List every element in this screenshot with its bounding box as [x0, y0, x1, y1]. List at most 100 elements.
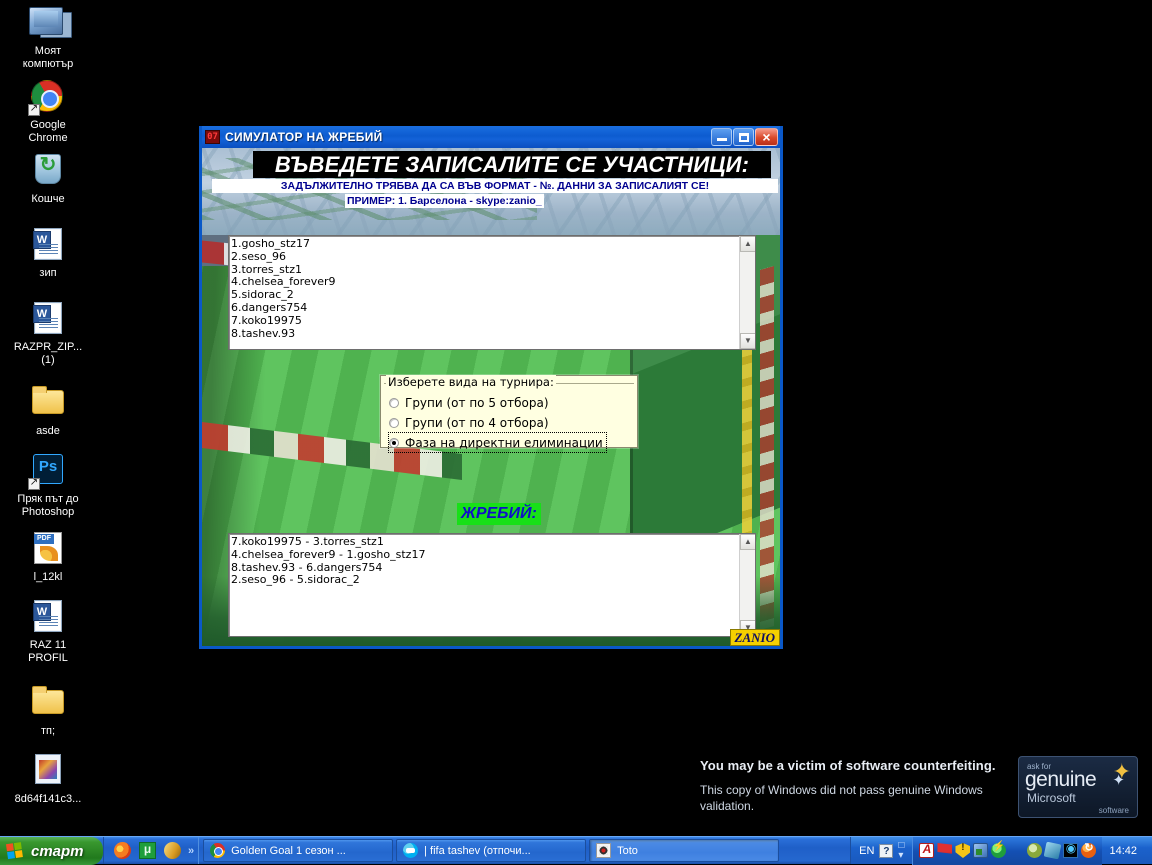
system-tray[interactable]: EN ? □▾ 14:42 — [850, 837, 1152, 864]
package-icon[interactable] — [162, 840, 184, 862]
groupbox-legend: Изберете вида на турнира: — [386, 375, 556, 389]
desktop-icon-tp-folder[interactable]: тп; — [10, 684, 86, 738]
genuine-microsoft-software-badge: ask for genuine Microsoft software ✦ ✦ — [1018, 756, 1138, 818]
close-button[interactable]: × — [755, 128, 778, 146]
desktop-icon-8d64f141c3-image[interactable]: 8d64f141c3... — [10, 752, 86, 806]
radio-indicator-icon — [389, 438, 399, 448]
shortcut-overlay-icon — [28, 104, 40, 116]
photoshop-icon — [28, 452, 68, 490]
task-fifa-tashev[interactable]: | fifa tashev (отпочи... — [396, 839, 586, 862]
red-flag-icon[interactable] — [937, 843, 952, 858]
notification-icons[interactable] — [912, 837, 1102, 865]
firefox-icon[interactable] — [114, 842, 131, 859]
desktop-icon-google-chrome[interactable]: Google Chrome — [10, 78, 86, 145]
language-bar-handle-icon[interactable]: □▾ — [898, 841, 904, 861]
task-button-list[interactable]: Golden Goal 1 сезон ... | fifa tashev (от… — [199, 837, 850, 864]
word-doc-icon-shape — [34, 302, 62, 334]
desktop-icon-label: RAZ 11 PROFIL — [10, 639, 86, 665]
language-indicator[interactable]: EN — [859, 845, 874, 857]
app-icon: 07 — [205, 130, 220, 144]
ime-help-icon[interactable]: ? — [879, 844, 893, 858]
desktop-icon-recycle-bin[interactable]: Кошче — [10, 152, 86, 206]
radio-label: Групи (от по 4 отбора) — [405, 416, 549, 430]
recycle-bin-icon — [28, 152, 68, 190]
simulator-window[interactable]: 07 СИМУЛАТОР НА ЖРЕБИЙ × — [199, 126, 783, 649]
radio-groups-of-4[interactable]: Групи (от по 4 отбора) — [389, 413, 552, 432]
shortcut-overlay-icon — [28, 478, 40, 490]
word-doc-icon — [28, 226, 68, 264]
radio-groups-of-5[interactable]: Групи (от по 5 отбора) — [389, 393, 552, 412]
desktop-icon-razpr-zip-document[interactable]: RAZPR_ZIP... (1) — [10, 300, 86, 367]
word-doc-icon — [28, 300, 68, 338]
draw-result-text[interactable]: 7.koko19975 - 3.torres_stz1 4.chelsea_fo… — [231, 536, 737, 634]
desktop-icon-zip-document[interactable]: зип — [10, 226, 86, 280]
minimize-button[interactable] — [711, 128, 732, 146]
task-button-label: Golden Goal 1 сезон ... — [231, 845, 346, 857]
desktop-icon-label: Пряк път до Photoshop — [10, 493, 86, 519]
clock[interactable]: 14:42 — [1102, 845, 1146, 857]
task-golden-goal[interactable]: Golden Goal 1 сезон ... — [203, 839, 393, 862]
scroll-up-icon[interactable]: ▲ — [740, 534, 756, 550]
task-toto[interactable]: Toto — [589, 839, 779, 862]
star-icon[interactable] — [1009, 843, 1024, 858]
participants-scrollbar[interactable]: ▲ ▼ — [739, 236, 755, 349]
badge-microsoft-label: Microsoft — [1027, 791, 1076, 805]
scroll-up-icon[interactable]: ▲ — [740, 236, 756, 252]
desktop-icon-label: зип — [10, 267, 86, 280]
quicklaunch-overflow-icon[interactable]: » — [188, 845, 194, 857]
radio-direct-elimination[interactable]: Фаза на директни елиминации — [389, 433, 606, 452]
folder-icon — [28, 684, 68, 722]
banner-title: ВЪВЕДЕТЕ ЗАПИСАЛИТЕ СЕ УЧАСТНИЦИ: — [253, 151, 771, 178]
desktop-icon-raz-11-profil-doc[interactable]: RAZ 11 PROFIL — [10, 598, 86, 665]
updater-icon[interactable] — [1081, 843, 1096, 858]
start-button-label: старт — [31, 843, 84, 860]
desktop-icon-asde-folder[interactable]: asde — [10, 384, 86, 438]
scroll-down-icon[interactable]: ▼ — [740, 333, 756, 349]
security-shield-icon[interactable] — [955, 843, 970, 858]
window-title: СИМУЛАТОР НА ЖРЕБИЙ — [225, 130, 710, 144]
desktop-icon-label: Кошче — [10, 193, 86, 206]
utorrent-icon[interactable] — [139, 842, 156, 859]
word-doc-icon — [28, 598, 68, 636]
task-button-label: Toto — [617, 845, 638, 857]
author-watermark: ZANIO — [730, 629, 780, 646]
start-button[interactable]: старт — [0, 837, 103, 865]
brush-icon[interactable] — [1044, 842, 1062, 860]
word-doc-icon-shape — [34, 600, 62, 632]
window-titlebar[interactable]: 07 СИМУЛАТОР НА ЖРЕБИЙ × — [202, 126, 780, 148]
desktop-icon-label: тп; — [10, 725, 86, 738]
desktop-icon-label: Моят компютър — [10, 45, 86, 71]
desktop-icon-photoshop-shortcut[interactable]: Пряк път до Photoshop — [10, 452, 86, 519]
quick-launch-bar[interactable]: » — [103, 837, 199, 864]
participants-input-text[interactable]: 1.gosho_stz17 2.seso_96 3.torres_stz1 4.… — [231, 238, 737, 347]
draw-result-output[interactable]: 7.koko19975 - 3.torres_stz1 4.chelsea_fo… — [228, 533, 756, 637]
disc-icon[interactable] — [1027, 843, 1042, 858]
draw-heading: ЖРЕБИЙ: — [457, 503, 541, 525]
chrome-icon — [28, 78, 68, 116]
window-client-area: ВЪВЕДЕТЕ ЗАПИСАЛИТЕ СЕ УЧАСТНИЦИ: ЗАДЪЛЖ… — [202, 148, 780, 646]
radio-label: Фаза на директни елиминации — [405, 436, 603, 450]
desktop-icon-l-12kl-pdf[interactable]: l_12kl — [10, 530, 86, 584]
windows-flag-icon — [6, 842, 25, 860]
folder-icon-shape — [32, 690, 64, 714]
app-icon — [596, 843, 611, 858]
acrobat-icon[interactable] — [919, 843, 934, 858]
image-file-icon-shape — [35, 754, 61, 784]
wga-body: This copy of Windows did not pass genuin… — [700, 782, 1012, 814]
draw-result-scrollbar[interactable]: ▲ ▼ — [739, 534, 755, 636]
language-bar[interactable]: EN ? □▾ — [851, 841, 912, 861]
pdf-icon-shape — [34, 532, 62, 564]
word-doc-icon-shape — [34, 228, 62, 260]
participants-input[interactable]: 1.gosho_stz17 2.seso_96 3.torres_stz1 4.… — [228, 235, 756, 350]
desktop-icon-my-computer[interactable]: Моят компютър — [10, 4, 86, 71]
desktop-icon-label: RAZPR_ZIP... (1) — [10, 341, 86, 367]
maximize-button[interactable] — [733, 128, 754, 146]
desktop[interactable]: Моят компютър Google Chrome Кошче зип RAZPR_… — [0, 0, 1152, 836]
badge-small-star-icon: ✦ — [1112, 773, 1125, 788]
folder-icon-shape — [32, 390, 64, 414]
taskbar[interactable]: старт » Golden Goal 1 сезон ... | fifa ta… — [0, 836, 1152, 864]
power-bolt-icon[interactable] — [991, 843, 1006, 858]
network-icon[interactable] — [973, 843, 988, 858]
badge-genuine-label: genuine — [1025, 768, 1096, 792]
radar-icon[interactable] — [1063, 843, 1078, 858]
